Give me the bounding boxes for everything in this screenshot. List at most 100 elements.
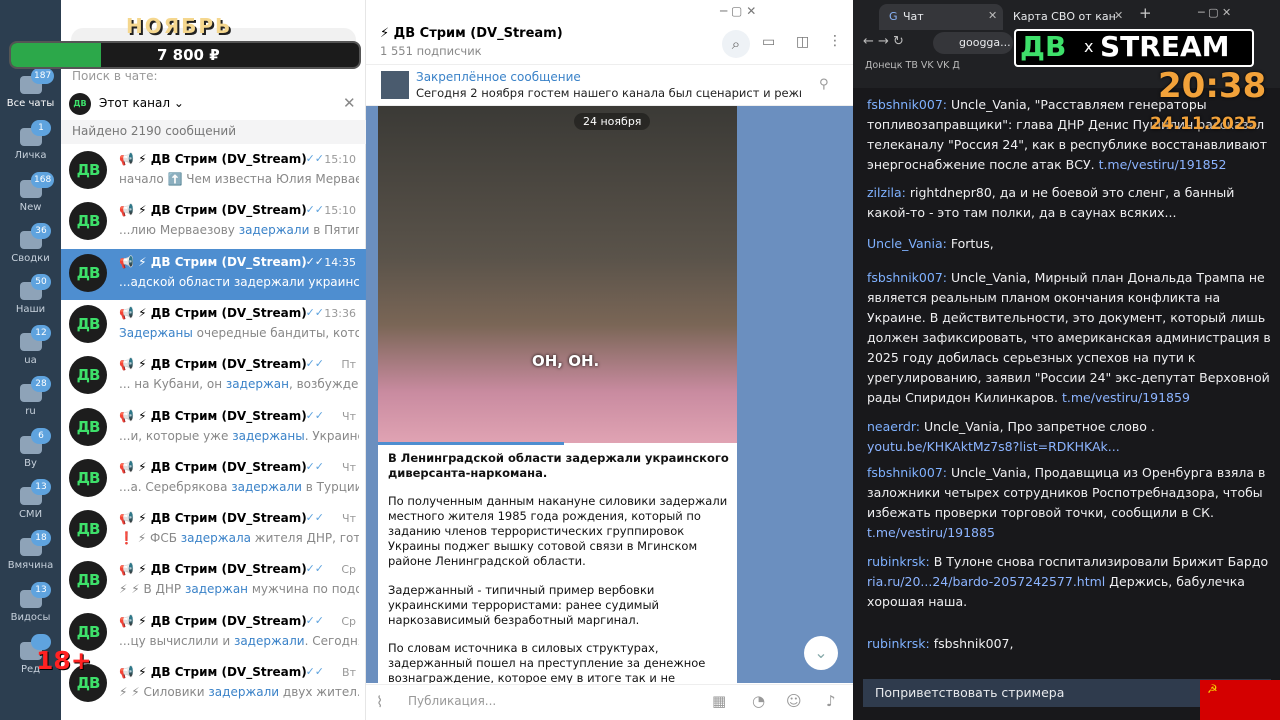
folder-badge: 18 (31, 530, 51, 546)
channel-avatar: ДВ (69, 510, 107, 549)
chat-preview: начало ⬆️ Чем известна Юлия Мерваезова..… (119, 172, 359, 186)
bell-icon[interactable]: ◔ (752, 692, 765, 710)
message-video[interactable] (378, 106, 737, 443)
overlay-donation-bar: 7 800 ₽ (9, 41, 361, 69)
schedule-icon[interactable]: ▦ (712, 692, 726, 710)
browser-tab-map[interactable]: Карта СВО от канала ✕ (1009, 4, 1131, 30)
chat-list-panel: Поиск в чате: ДВ Этот канал ⌄ ✕ Найдено … (61, 0, 366, 720)
address-bar[interactable]: googga... (933, 32, 1013, 54)
read-check-icon: ✓✓ (305, 459, 324, 473)
folder-badge: 1 (31, 120, 51, 136)
close-icon[interactable]: ✕ (988, 9, 997, 22)
composer: ⌇ Публикация... ▦ ◔ ☺ ♪ (366, 684, 853, 720)
folder-item[interactable]: Личка 1 (0, 120, 61, 161)
chat-message: neaerdr: Uncle_Vania, Про запретное слов… (867, 417, 1272, 457)
read-check-icon: ✓✓ (305, 408, 324, 422)
nav-icons[interactable]: ← → ↻ (863, 34, 904, 49)
chat-list-item[interactable]: ДВ 📢 ⚡ ДВ Стрим (DV_Stream) ✓✓ Ср ...цу вычи… (61, 608, 366, 659)
folders-sidebar: Все чаты 187 Личка 1 New 168 Сводки 36 Наши 50 ua 1… (0, 0, 61, 720)
comments-icon[interactable]: ▭ (762, 34, 775, 50)
read-check-icon: ✓✓ (305, 203, 324, 217)
search-scope[interactable]: Этот канал ⌄ (99, 96, 184, 110)
folder-label: Все чаты (6, 98, 55, 109)
folder-label: Сводки (11, 253, 50, 264)
folder-item[interactable]: Видосы 13 (0, 582, 61, 623)
search-icon[interactable]: ⌕ (722, 30, 750, 58)
overlay-month: НОЯБРЬ (126, 14, 233, 38)
hammer-sickle-icon: ☭ (1207, 682, 1218, 696)
donation-progress (11, 43, 101, 67)
scroll-down-button[interactable]: ⌄ (804, 636, 838, 670)
chat-preview: ...адской области задержали украинског..… (119, 274, 359, 289)
folder-item[interactable]: New 168 (0, 172, 61, 213)
channel-avatar-small: ДВ (69, 93, 91, 115)
message-input[interactable]: Публикация... (408, 694, 496, 708)
chat-text: В Тулоне снова госпитализировали Брижит … (933, 554, 1269, 569)
chat-link[interactable]: t.me/vestiru/191852 (1099, 157, 1227, 172)
window-controls[interactable]: ─ ▢ ✕ (1198, 6, 1231, 19)
chat-list-item[interactable]: ДВ 📢 ⚡ ДВ Стрим (DV_Stream) ✓✓ 15:10 ...лию … (61, 197, 366, 248)
chat-link[interactable]: t.me/vestiru/191859 (1062, 390, 1190, 405)
chat-time: 15:10 (324, 204, 356, 218)
folder-badge: 13 (31, 479, 51, 495)
folder-item[interactable]: Все чаты 187 (0, 68, 61, 109)
chat-list-item[interactable]: ДВ 📢 ⚡ ДВ Стрим (DV_Stream) ✓✓ Ср ⚡ ⚡ В ДНР … (61, 556, 366, 607)
folder-item[interactable]: Наши 50 (0, 274, 61, 315)
pinned-thumb (381, 71, 409, 99)
channel-title[interactable]: ⚡ ДВ Стрим (DV_Stream) (380, 26, 563, 41)
chat-username[interactable]: neaerdr: (867, 419, 920, 434)
message-paragraph-1: По полученным данным накануне силовики з… (388, 494, 728, 568)
chat-username[interactable]: fsbshnik007: (867, 465, 947, 480)
chat-list-item[interactable]: ДВ 📢 ⚡ ДВ Стрим (DV_Stream) ✓✓ Пт ... на Куб… (61, 351, 366, 402)
window-controls[interactable]: ─ ▢ ✕ (720, 4, 756, 18)
channel-avatar: ДВ (69, 356, 107, 395)
search-label: Поиск в чате: (72, 69, 158, 83)
read-check-icon: ✓✓ (305, 665, 324, 678)
chat-time: Ср (341, 614, 356, 628)
chat-name: 📢 ⚡ ДВ Стрим (DV_Stream) (119, 562, 307, 577)
pin-icon[interactable]: ⚲ (819, 77, 829, 92)
chat-list-item[interactable]: ДВ 📢 ⚡ ДВ Стрим (DV_Stream) ✓✓ 13:36 Задержа… (61, 300, 366, 351)
chat-list-item[interactable]: ДВ 📢 ⚡ ДВ Стрим (DV_Stream) ✓✓ Чт ❗ ⚡ ФСБ за… (61, 505, 366, 556)
date-chip: 24 ноября (574, 113, 651, 130)
folder-item[interactable]: СМИ 13 (0, 479, 61, 520)
chat-list-item[interactable]: ДВ 📢 ⚡ ДВ Стрим (DV_Stream) ✓✓ Чт ...а. Сере… (61, 454, 366, 505)
chat-link[interactable]: ria.ru/20...24/bardo-2057242577.html (867, 574, 1105, 589)
close-icon[interactable]: ✕ (1114, 9, 1123, 22)
chat-username[interactable]: rubinkrsk: (867, 554, 930, 569)
chat-name: 📢 ⚡ ДВ Стрим (DV_Stream) (119, 152, 307, 166)
folder-label: By (24, 458, 37, 469)
chat-list-item[interactable]: ДВ 📢 ⚡ ДВ Стрим (DV_Stream) ✓✓ 14:35 ...адск… (61, 248, 366, 300)
channel-avatar: ДВ (69, 612, 107, 651)
sidebar-toggle-icon[interactable]: ◫ (796, 34, 809, 50)
folder-item[interactable]: ua 12 (0, 325, 61, 366)
folder-item[interactable]: Вмячина 18 (0, 530, 61, 571)
folder-item[interactable]: ru 28 (0, 376, 61, 417)
chat-username[interactable]: zilzila: (867, 185, 906, 200)
chat-list-item[interactable]: ДВ 📢 ⚡ ДВ Стрим (DV_Stream) ✓✓ Чт ...и, кото… (61, 403, 366, 454)
chat-name: 📢 ⚡ ДВ Стрим (DV_Stream) (119, 459, 307, 474)
chat-username[interactable]: fsbshnik007: (867, 97, 947, 112)
browser-tab-chat[interactable]: G Чат ✕ (879, 4, 1003, 30)
chat-message: zilzila: rightdnepr80, да и не боевой эт… (867, 183, 1272, 223)
new-tab-icon[interactable]: + (1139, 4, 1152, 22)
folder-item[interactable]: By 6 (0, 428, 61, 469)
attach-icon[interactable]: ⌇ (376, 693, 383, 711)
more-icon[interactable]: ⋮ (828, 33, 842, 49)
video-progress[interactable] (378, 442, 564, 445)
chat-time: 14:35 (324, 255, 356, 269)
chat-username[interactable]: fsbshnik007: (867, 270, 947, 285)
emoji-icon[interactable]: ☺ (786, 692, 802, 710)
pinned-bar[interactable]: Закреплённое сообщение Сегодня 2 ноября … (366, 64, 853, 106)
mic-icon[interactable]: ♪ (826, 692, 836, 710)
chat-list-item[interactable]: ДВ 📢 ⚡ ДВ Стрим (DV_Stream) ✓✓ Вт ⚡ ⚡ Силови… (61, 659, 366, 710)
chat-username[interactable]: rubinkrsk: (867, 636, 930, 651)
chat-time: 13:36 (324, 306, 356, 320)
chat-username[interactable]: Uncle_Vania: (867, 236, 947, 251)
chat-link[interactable]: youtu.be/KHKAktMz7s8?list=RDKHKAk... (867, 439, 1120, 454)
close-icon[interactable]: ✕ (343, 94, 356, 112)
chat-link[interactable]: t.me/vestiru/191885 (867, 525, 995, 540)
folder-item[interactable]: Сводки 36 (0, 223, 61, 264)
channel-avatar: ДВ (69, 561, 107, 600)
chat-list-item[interactable]: ДВ 📢 ⚡ ДВ Стрим (DV_Stream) ✓✓ 15:10 начало … (61, 146, 366, 197)
